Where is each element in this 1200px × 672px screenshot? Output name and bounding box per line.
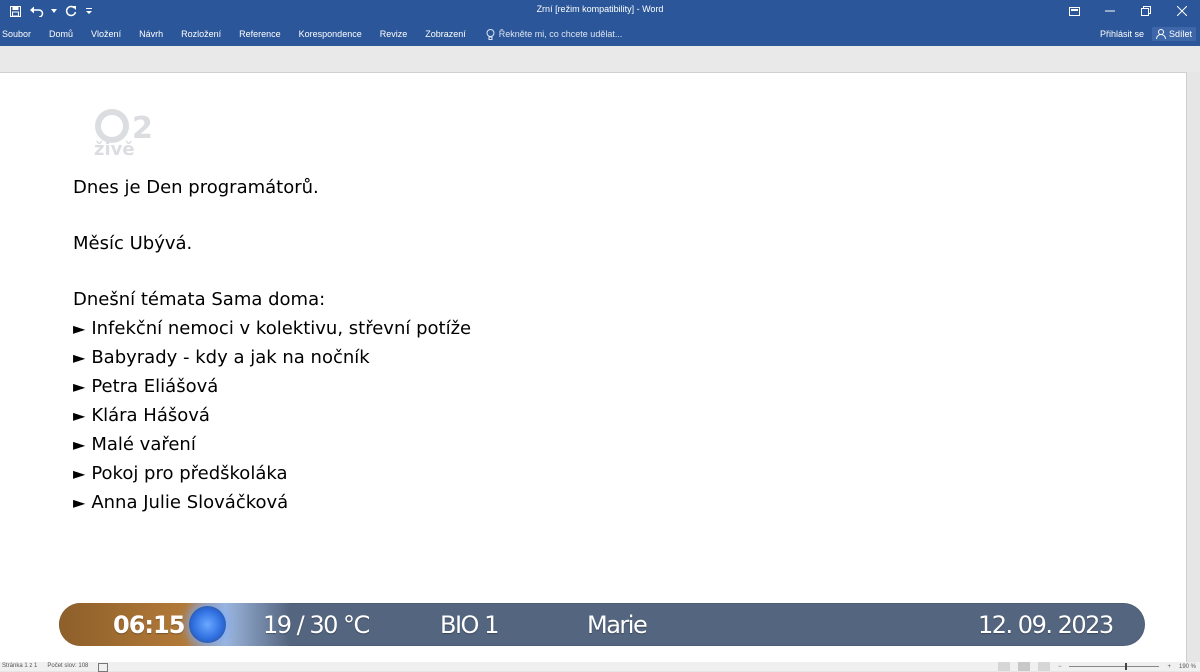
list-item: ► Infekční nemoci v kolektivu, střevní po…	[73, 314, 471, 343]
tab-insert[interactable]: Vložení	[91, 29, 130, 39]
tab-design[interactable]: Návrh	[139, 29, 172, 39]
close-icon[interactable]	[1164, 0, 1200, 22]
paragraph-moon-phase: Měsíc Ubývá.	[73, 233, 193, 254]
title-bar: Zrní [režim kompatibility] - Word	[0, 0, 1200, 22]
arrow-bullet-icon: ►	[73, 319, 86, 338]
restore-icon[interactable]	[1128, 0, 1164, 22]
tv-date: 12. 09. 2023	[978, 611, 1114, 639]
share-button[interactable]: Sdílet	[1151, 27, 1196, 41]
window-controls	[1056, 0, 1200, 22]
list-item: ► Klára Hášová	[73, 401, 471, 430]
sign-in-link[interactable]: Přihlásit se	[1100, 29, 1144, 39]
zoom-out-button[interactable]: −	[1058, 664, 1062, 670]
tab-mailings[interactable]: Korespondence	[299, 29, 371, 39]
topics-list: ► Infekční nemoci v kolektivu, střevní po…	[73, 314, 471, 517]
arrow-bullet-icon: ►	[73, 464, 86, 483]
web-layout-button[interactable]	[1037, 662, 1050, 671]
tab-layout[interactable]: Rozložení	[181, 29, 230, 39]
zoom-slider[interactable]	[1069, 663, 1160, 670]
window-title: Zrní [režim kompatibility] - Word	[536, 4, 664, 14]
ribbon-tab-bar: Soubor Domů Vložení Návrh Rozložení Refe…	[0, 22, 1200, 46]
channel-number: 2	[132, 111, 153, 143]
list-item: ► Petra Eliášová	[73, 372, 471, 401]
status-bar: Stránka 1 z 1 Počet slov: 108 − + 190 %	[0, 662, 1200, 672]
document-area: 2 živě Dnes je Den programátorů. Měsíc U…	[0, 46, 1200, 663]
arrow-bullet-icon: ►	[73, 435, 86, 454]
zoom-level[interactable]: 190 %	[1179, 664, 1196, 670]
read-mode-button[interactable]	[997, 662, 1010, 671]
tab-view[interactable]: Zobrazení	[425, 29, 475, 39]
tab-references[interactable]: Reference	[239, 29, 290, 39]
tab-review[interactable]: Revize	[380, 29, 417, 39]
live-label: živě	[94, 139, 135, 160]
minimize-icon[interactable]	[1092, 0, 1128, 22]
zoom-in-button[interactable]: +	[1167, 664, 1171, 670]
ribbon-display-options-icon[interactable]	[1056, 0, 1092, 22]
list-item: ► Malé vaření	[73, 430, 471, 459]
lightbulb-icon	[486, 28, 495, 40]
ct2-logo-icon: 2	[95, 109, 153, 146]
paragraph-topics-heading: Dnešní témata Sama doma:	[73, 289, 326, 310]
tv-name-day: Marie	[587, 611, 648, 639]
tv-bio-index: BIO 1	[440, 611, 499, 639]
tv-info-bar: 06:15 19 / 30 °C BIO 1 Marie 12. 09. 202…	[59, 603, 1145, 646]
arrow-bullet-icon: ►	[73, 377, 86, 396]
user-icon	[1155, 29, 1166, 39]
paragraph-programmers-day: Dnes je Den programátorů.	[73, 177, 319, 198]
list-item: ► Pokoj pro předškoláka	[73, 459, 471, 488]
tell-me-placeholder: Řekněte mi, co chcete udělat...	[498, 29, 623, 39]
sun-icon	[189, 606, 226, 643]
zoom-slider-thumb[interactable]	[1125, 663, 1128, 670]
print-layout-button[interactable]	[1017, 662, 1030, 671]
arrow-bullet-icon: ►	[73, 406, 86, 425]
channel-logo-watermark: 2 živě	[92, 109, 172, 163]
document-body: Dnes je Den programátorů. Měsíc Ubývá. D…	[73, 173, 471, 517]
tv-time: 06:15	[113, 611, 185, 639]
list-item: ► Babyrady - kdy a jak na nočník	[73, 343, 471, 372]
share-label: Sdílet	[1168, 29, 1192, 39]
tab-file[interactable]: Soubor	[2, 29, 40, 39]
tv-temperature: 19 / 30 °C	[263, 611, 370, 639]
ruler-strip	[0, 46, 1200, 72]
tab-home[interactable]: Domů	[49, 29, 82, 39]
list-item: ► Anna Julie Slováčková	[73, 488, 471, 517]
tell-me-box[interactable]: Řekněte mi, co chcete udělat...	[486, 28, 623, 40]
arrow-bullet-icon: ►	[73, 493, 86, 512]
arrow-bullet-icon: ►	[73, 348, 86, 367]
document-page[interactable]: 2 živě Dnes je Den programátorů. Měsíc U…	[0, 72, 1187, 663]
